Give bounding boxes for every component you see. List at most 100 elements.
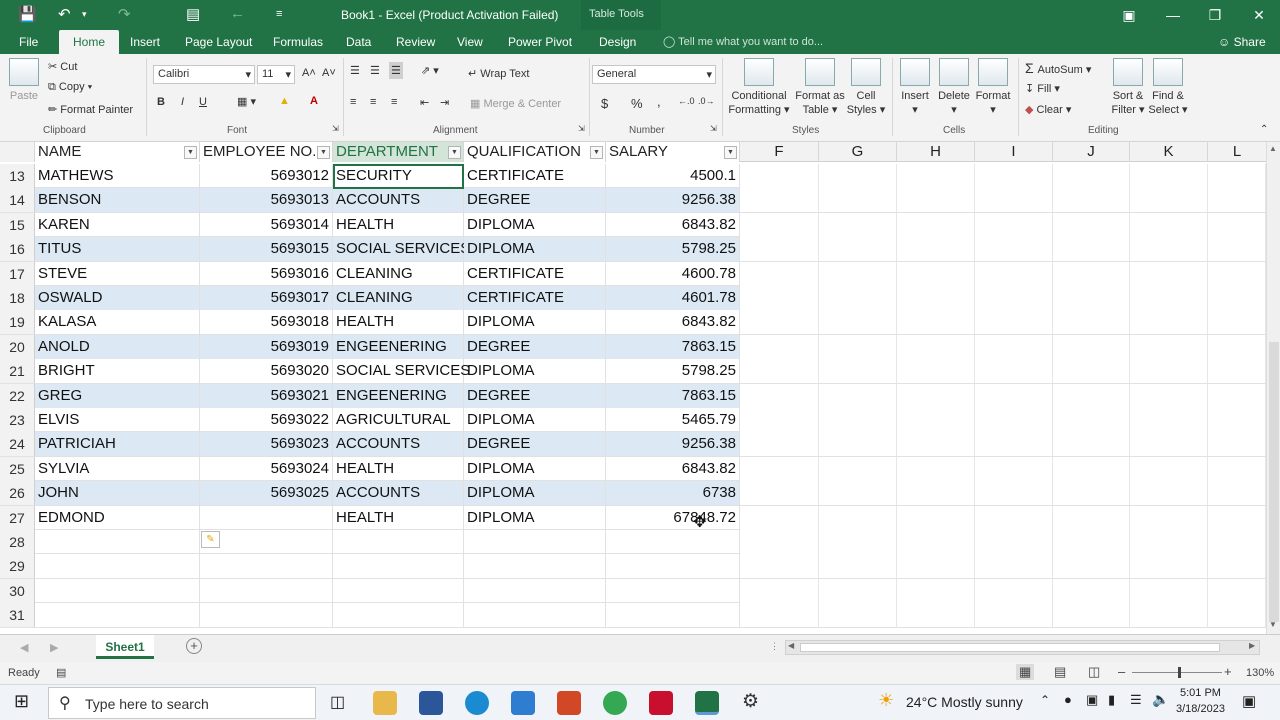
clear-button[interactable]: ◆ Clear ▾ [1025,103,1071,116]
cell-empty[interactable] [1208,505,1266,530]
underline-button[interactable]: U [199,96,207,108]
sheet-next-icon[interactable]: ▶ [50,641,58,654]
conditional-formatting-button[interactable]: Conditional Formatting ▾ [727,58,791,117]
cell-name[interactable] [35,603,200,628]
cell-empty[interactable] [1208,383,1266,408]
cell-dept[interactable] [333,530,464,554]
cell-empty[interactable] [897,310,975,335]
zoom-level[interactable]: 130% [1246,667,1274,679]
align-bottom-icon[interactable]: ☰ [389,62,403,79]
cell-empty[interactable] [740,505,819,530]
cell-empty[interactable] [975,237,1053,262]
cell-empty[interactable] [897,456,975,481]
cell-sal[interactable]: 7863.15 [606,383,740,408]
cell-empty[interactable] [897,237,975,262]
cell-empty[interactable] [740,359,819,384]
cell-empty[interactable] [897,383,975,408]
row-header[interactable]: 21 [0,359,35,384]
chrome-icon[interactable] [603,691,627,715]
cell-empty[interactable] [897,334,975,359]
cell-empty[interactable] [819,261,897,286]
borders-icon[interactable]: ▦ ▾ [237,95,256,108]
cell-qual[interactable] [464,554,606,579]
cell-empty[interactable] [819,286,897,310]
sort-filter-button[interactable]: Sort & Filter ▾ [1108,58,1148,117]
cell-empty[interactable] [897,286,975,310]
paste-button[interactable]: Paste [6,58,42,103]
cell-styles-button[interactable]: Cell Styles ▾ [846,58,886,117]
cell-empty[interactable] [819,408,897,432]
format-painter-button[interactable]: ✏ Format Painter [48,103,133,116]
delete-cells-button[interactable]: Delete ▾ [936,58,972,117]
collapse-ribbon-icon[interactable]: ⌃ [1260,124,1268,135]
row-header[interactable]: 26 [0,481,35,506]
cell-empty[interactable] [819,603,897,628]
row-header[interactable]: 23 [0,408,35,432]
cell-name[interactable]: PATRICIAH [35,432,200,457]
cell-empty[interactable] [897,212,975,237]
word-icon[interactable] [419,691,443,715]
cell-sal[interactable]: 6843.82 [606,310,740,335]
cell-name[interactable]: JOHN [35,481,200,506]
cell-qual[interactable]: CERTIFICATE [464,261,606,286]
cell-emp[interactable] [200,603,333,628]
cell-qual[interactable]: DIPLOMA [464,359,606,384]
format-as-table-button[interactable]: Format as Table ▾ [793,58,847,117]
cell-emp[interactable]: 5693025 [200,481,333,506]
cell-emp[interactable]: 5693017 [200,286,333,310]
cell-sal[interactable] [606,578,740,603]
excel-icon[interactable] [695,691,719,715]
tab-home[interactable]: Home [59,30,120,54]
cell-empty[interactable] [1208,408,1266,432]
cell-empty[interactable] [1053,334,1130,359]
cell-sal[interactable]: 4600.78 [606,261,740,286]
currency-button[interactable]: $ [601,96,608,111]
cell-sal[interactable]: 7863.15 [606,334,740,359]
filter-dropdown-icon[interactable]: ▼ [724,146,737,159]
scroll-thumb[interactable] [1269,342,1279,622]
cell-empty[interactable] [975,188,1053,213]
tab-split-icon[interactable]: ⋮ [770,641,779,652]
cell-empty[interactable] [975,554,1053,579]
cell-empty[interactable] [1208,603,1266,628]
cell-empty[interactable] [1208,164,1266,188]
row-header[interactable]: 14 [0,188,35,213]
cell-emp[interactable]: 5693016 [200,261,333,286]
cell-sal[interactable]: 9256.38 [606,432,740,457]
cell-empty[interactable] [1130,310,1208,335]
tray-overflow-icon[interactable]: ⌃ [1040,693,1050,707]
scroll-up-icon[interactable]: ▲ [1269,144,1277,153]
cell-empty[interactable] [1053,408,1130,432]
row-header[interactable]: 16 [0,237,35,262]
cell-sal[interactable]: 6843.82 [606,456,740,481]
normal-view-icon[interactable]: ▦ [1016,664,1035,680]
cell-empty[interactable] [740,188,819,213]
cell-empty[interactable] [819,383,897,408]
cell-empty[interactable] [975,261,1053,286]
cell-empty[interactable] [975,334,1053,359]
weather-sun-icon[interactable]: ☀ [878,690,894,711]
ribbon-display-icon[interactable]: ▣ [1114,4,1144,26]
align-right-icon[interactable]: ≡ [391,96,397,108]
network-icon[interactable]: ☰ [1130,692,1142,708]
back-icon[interactable]: ← [230,5,245,22]
cell-emp[interactable]: 5693021 [200,383,333,408]
settings-gear-icon[interactable]: ⚙ [742,690,759,713]
cell-qual[interactable]: DIPLOMA [464,456,606,481]
cell-empty[interactable] [740,603,819,628]
horizontal-scrollbar[interactable]: ◀ ▶ [785,640,1260,655]
filter-dropdown-icon[interactable]: ▼ [590,146,603,159]
cell-dept[interactable] [333,603,464,628]
cell-empty[interactable] [1130,578,1208,603]
cell-empty[interactable] [819,554,897,579]
cell-empty[interactable] [1208,530,1266,554]
bold-button[interactable]: B [157,96,165,108]
cell-empty[interactable] [1208,578,1266,603]
cell-dept[interactable]: CLEANING [333,261,464,286]
cell-sal[interactable]: 6843.82 [606,212,740,237]
decrease-font-icon[interactable]: A˅ [322,67,336,79]
sheet-prev-icon[interactable]: ◀ [20,641,28,654]
cell-dept[interactable]: HEALTH [333,212,464,237]
merge-center-button[interactable]: ▦ Merge & Center [470,97,561,110]
cell-empty[interactable] [897,530,975,554]
